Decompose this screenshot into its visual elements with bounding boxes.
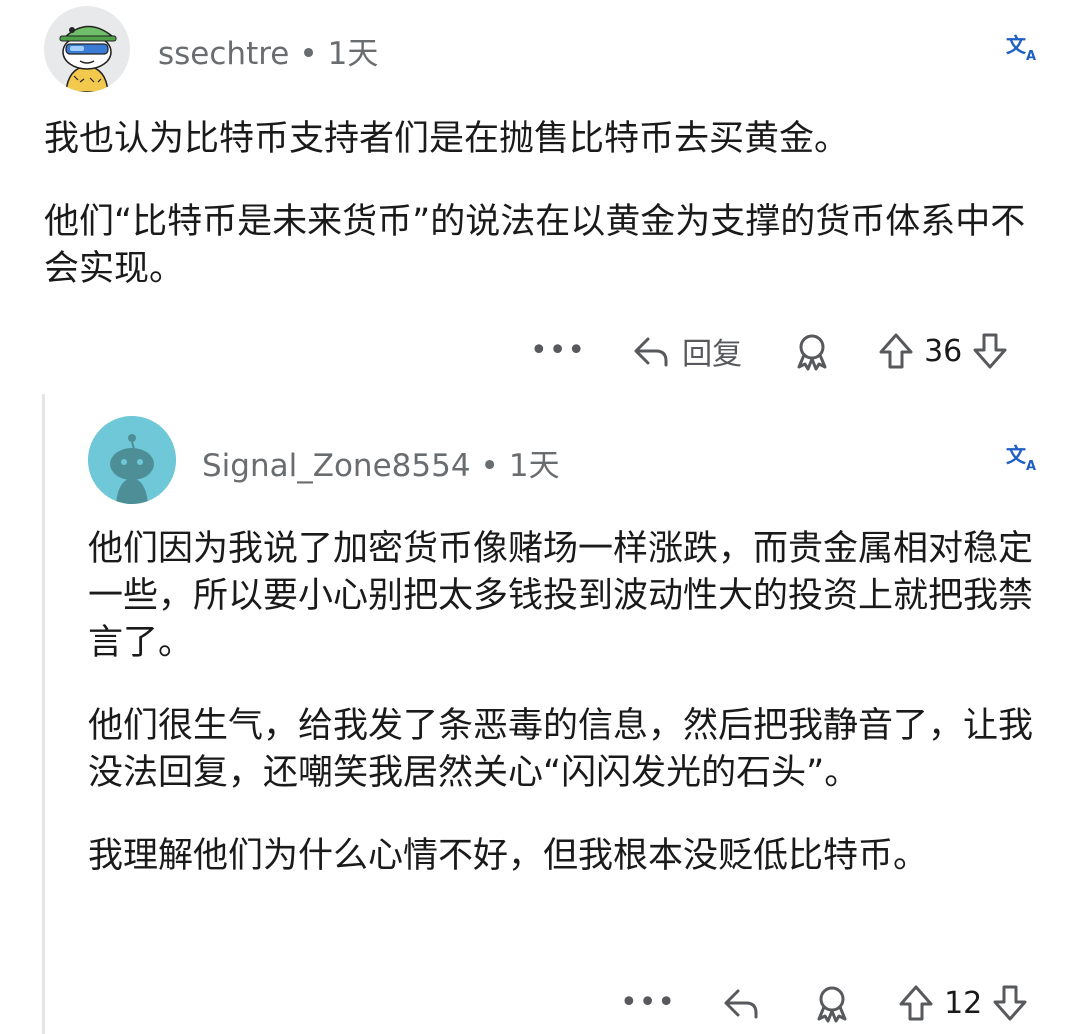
comment-actions: ••• 回复 36 bbox=[530, 326, 1010, 376]
reply-icon bbox=[634, 337, 668, 367]
upvote-icon[interactable] bbox=[876, 331, 916, 371]
reply-button[interactable]: 回复 bbox=[632, 329, 742, 373]
avatar[interactable] bbox=[44, 6, 130, 92]
svg-text:文: 文 bbox=[1006, 33, 1027, 57]
translate-icon: 文 A bbox=[1006, 33, 1036, 64]
svg-text:文: 文 bbox=[1006, 443, 1027, 467]
comment-actions: ••• 12 bbox=[620, 978, 1030, 1028]
comment-paragraph: 我也认为比特币支持者们是在抛售比特币去买黄金。 bbox=[44, 119, 850, 159]
translate-icon: 文 A bbox=[1006, 443, 1036, 474]
translate-button[interactable]: 文 A bbox=[1004, 440, 1040, 478]
vote-controls: 12 bbox=[896, 983, 1030, 1023]
reply-icon bbox=[724, 989, 758, 1019]
meta-separator: • bbox=[480, 448, 499, 484]
reply-button[interactable] bbox=[722, 985, 762, 1021]
author-name[interactable]: Signal_Zone8554 bbox=[202, 448, 471, 484]
more-options-button[interactable]: ••• bbox=[620, 988, 676, 1018]
award-icon bbox=[817, 986, 847, 1023]
award-button[interactable] bbox=[792, 331, 832, 371]
vote-count: 12 bbox=[944, 985, 983, 1021]
svg-text:A: A bbox=[1026, 459, 1036, 474]
comment-paragraph: 他们“比特币是未来货币”的说法在以黄金为支撑的货币体系中不会实现。 bbox=[44, 202, 1026, 289]
comment-paragraph: 他们很生气，给我发了条恶毒的信息，然后把我静音了，让我没法回复，还嘲笑我居然关心… bbox=[88, 706, 1034, 793]
default-snoo-avatar-icon bbox=[88, 416, 176, 504]
award-icon bbox=[797, 334, 827, 371]
thread-line[interactable] bbox=[42, 394, 45, 1034]
snoo-avatar-sunglasses-icon bbox=[59, 25, 117, 92]
svg-text:A: A bbox=[1026, 49, 1036, 64]
award-button[interactable] bbox=[812, 983, 852, 1023]
comment-paragraph: 我理解他们为什么心情不好，但我根本没贬低比特币。 bbox=[88, 836, 929, 876]
translate-button[interactable]: 文 A bbox=[1004, 30, 1040, 68]
vote-count: 36 bbox=[924, 333, 963, 369]
meta-separator: • bbox=[299, 36, 318, 72]
comment-body: 他们因为我说了加密货币像赌场一样涨跌，而贵金属相对稳定一些，所以要小心别把太多钱… bbox=[88, 526, 1048, 880]
avatar[interactable] bbox=[88, 416, 176, 504]
vote-controls: 36 bbox=[876, 331, 1010, 371]
timestamp: 1天 bbox=[327, 36, 379, 72]
more-options-button[interactable]: ••• bbox=[530, 336, 586, 366]
timestamp: 1天 bbox=[508, 448, 560, 484]
comment-paragraph: 他们因为我说了加密货币像赌场一样涨跌，而贵金属相对稳定一些，所以要小心别把太多钱… bbox=[88, 529, 1034, 663]
comment-meta: Signal_Zone8554 • 1天 bbox=[202, 440, 560, 485]
comment-body: 我也认为比特币支持者们是在抛售比特币去买黄金。 他们“比特币是未来货币”的说法在… bbox=[44, 116, 1054, 293]
reply-label: 回复 bbox=[682, 337, 743, 372]
comment-meta: ssechtre • 1天 bbox=[158, 28, 378, 73]
downvote-icon[interactable] bbox=[990, 983, 1030, 1023]
author-name[interactable]: ssechtre bbox=[158, 36, 289, 72]
upvote-icon[interactable] bbox=[896, 983, 936, 1023]
downvote-icon[interactable] bbox=[970, 331, 1010, 371]
